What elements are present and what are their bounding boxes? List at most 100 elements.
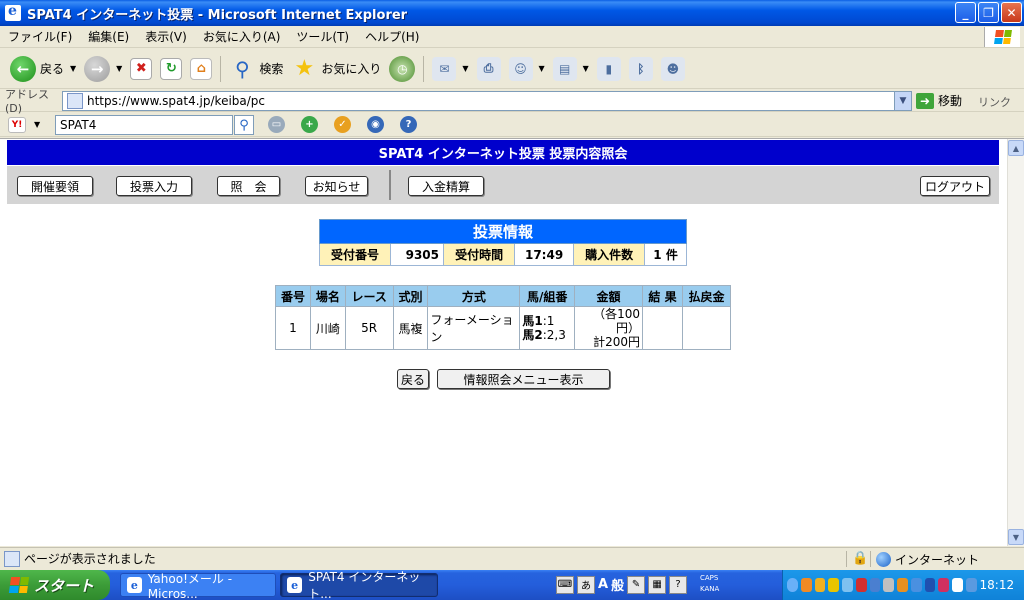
receipt-no-label: 受付番号 <box>318 243 392 266</box>
kana-label: KANA <box>700 585 720 593</box>
tray-expand-icon[interactable] <box>787 578 798 592</box>
refresh-button[interactable]: ↻ <box>156 52 186 86</box>
nav-schedule-button[interactable]: 開催要領 <box>17 176 93 196</box>
shield-icon[interactable] <box>828 578 839 592</box>
nav-inquiry-button[interactable]: 照 会 <box>217 176 280 196</box>
toolbar-search-input[interactable]: SPAT4 <box>55 115 233 135</box>
ime-pad-icon[interactable]: ▦ <box>648 575 667 594</box>
scroll-down-icon[interactable]: ▼ <box>1008 529 1024 545</box>
ime-icon[interactable]: あ <box>577 575 595 594</box>
mail-dropdown-icon[interactable]: ▼ <box>462 64 468 73</box>
nav-news-button[interactable]: お知らせ <box>305 176 368 196</box>
address-label: アドレス(D) <box>5 88 49 115</box>
go-button[interactable]: ➜ 移動 <box>916 92 962 109</box>
menu-edit[interactable]: 編集(E) <box>80 28 137 45</box>
menu-view[interactable]: 表示(V) <box>137 28 195 45</box>
toolbar-icons: ▭ + ✓ ◉ ? <box>268 116 417 133</box>
bluetooth-icon[interactable] <box>924 578 936 592</box>
print-button[interactable]: ⎙ <box>473 52 505 86</box>
ime-conversion-mode[interactable]: 般 <box>611 575 624 594</box>
people-icon: ☻ <box>660 56 685 81</box>
network-icon[interactable] <box>869 578 881 592</box>
purchase-count-label: 購入件数 <box>573 243 646 266</box>
favorites-button[interactable]: ★ お気に入り <box>287 52 385 86</box>
mail-icon: ✉ <box>432 56 457 81</box>
tray-app-icon[interactable] <box>800 578 812 592</box>
menu-file[interactable]: ファイル(F) <box>0 28 80 45</box>
yahoo-toolbar-icon[interactable]: Y! <box>8 116 26 133</box>
tray-app-icon[interactable] <box>952 578 963 592</box>
clock[interactable]: 18:12 <box>980 578 1015 592</box>
speaker-icon[interactable] <box>883 578 894 592</box>
bluetooth-button[interactable]: ᛒ <box>625 52 657 86</box>
home-button[interactable]: ⌂ <box>186 52 216 86</box>
forward-button[interactable]: → ▼ <box>80 52 126 86</box>
maximize-button[interactable]: ❐ <box>978 2 999 23</box>
messenger-button[interactable]: ☺ ▼ <box>505 52 549 86</box>
edit-dropdown-icon[interactable]: ▼ <box>583 64 589 73</box>
tray-app-icon[interactable] <box>910 578 922 592</box>
back-button[interactable]: ← 戻る ▼ <box>6 52 80 86</box>
toolbar-dropdown-icon[interactable]: ▼ <box>34 120 40 129</box>
nav-deposit-button[interactable]: 入金精算 <box>408 176 484 196</box>
amount-total: 計200円 <box>593 335 640 349</box>
row-horse-combo: 馬1:1 馬2:2,3 <box>519 306 575 350</box>
toolbar-search-button[interactable]: ⚲ <box>234 115 254 135</box>
forward-dropdown-icon[interactable]: ▼ <box>116 64 122 73</box>
back-dropdown-icon[interactable]: ▼ <box>70 64 76 73</box>
tray-app-icon[interactable] <box>855 578 867 592</box>
address-dropdown-icon[interactable]: ▼ <box>894 92 911 110</box>
messenger-icon: ☺ <box>508 56 533 81</box>
tray-app-icon[interactable] <box>842 578 853 592</box>
status-text: ページが表示されました <box>24 552 156 566</box>
scroll-up-icon[interactable]: ▲ <box>1008 140 1024 156</box>
task-yahoo-mail[interactable]: e Yahoo!メール - Micros... <box>120 572 276 600</box>
vertical-scrollbar[interactable]: ▲ ▼ <box>1007 139 1024 546</box>
add-icon[interactable]: + <box>301 116 318 133</box>
ime-tool-icon[interactable]: ✎ <box>627 575 646 594</box>
inquiry-menu-button[interactable]: 情報照会メニュー表示 <box>437 369 610 389</box>
task-spat4[interactable]: e SPAT4 インターネット... <box>280 570 438 600</box>
ime-help-icon[interactable]: ? <box>669 575 688 594</box>
menu-favorites[interactable]: お気に入り(A) <box>195 28 289 45</box>
nav-vote-input-button[interactable]: 投票入力 <box>116 176 192 196</box>
page-done-icon <box>4 550 20 567</box>
stop-button[interactable]: ✖ <box>126 52 156 86</box>
tray-app-icon[interactable] <box>938 578 949 592</box>
mail-button[interactable]: ✉ ▼ <box>428 52 472 86</box>
keyboard-icon[interactable]: ⌨ <box>556 575 574 594</box>
highlight-icon[interactable]: ▭ <box>268 116 285 133</box>
back-page-button[interactable]: 戻る <box>397 369 429 389</box>
edit-button[interactable]: ▤ ▼ <box>549 52 593 86</box>
contacts-button[interactable]: ☻ <box>657 52 689 86</box>
help-icon[interactable]: ? <box>400 116 417 133</box>
logout-button[interactable]: ログアウト <box>920 176 990 196</box>
links-label[interactable]: リンク <box>978 94 1011 110</box>
amount-each: （各100円） <box>593 307 640 335</box>
close-button[interactable]: ✕ <box>1001 2 1022 23</box>
check-icon[interactable]: ✓ <box>334 116 351 133</box>
minimize-button[interactable]: _ <box>955 2 976 23</box>
start-button[interactable]: スタート <box>0 570 110 600</box>
page-viewport: SPAT4 インターネット投票 投票内容照会 開催要領 投票入力 照 会 お知ら… <box>0 138 1024 546</box>
tray-app-icon[interactable] <box>897 578 908 592</box>
menu-tools[interactable]: ツール(T) <box>288 28 357 45</box>
address-input[interactable]: https://www.spat4.jp/keiba/pc ▼ <box>62 91 912 111</box>
messenger-dropdown-icon[interactable]: ▼ <box>539 64 545 73</box>
address-url[interactable]: https://www.spat4.jp/keiba/pc <box>87 94 265 108</box>
horse2-value: :2,3 <box>542 328 566 342</box>
task-label: SPAT4 インターネット... <box>308 570 421 600</box>
lock-icon[interactable]: 🔒 <box>852 551 868 566</box>
home-icon: ⌂ <box>190 57 213 80</box>
windows-flag-icon <box>8 577 30 593</box>
ime-input-mode[interactable]: A <box>598 577 608 592</box>
row-race: 5R <box>344 306 394 350</box>
menu-help[interactable]: ヘルプ(H) <box>357 28 427 45</box>
security-zone[interactable]: インターネット <box>876 551 979 568</box>
info-icon[interactable]: ◉ <box>367 116 384 133</box>
tray-app-icon[interactable] <box>965 578 977 592</box>
research-button[interactable]: ▮ <box>593 52 625 86</box>
search-button[interactable]: ⚲ 検索 <box>225 52 287 86</box>
history-button[interactable]: ◷ <box>385 52 419 86</box>
tray-app-icon[interactable] <box>814 578 826 592</box>
